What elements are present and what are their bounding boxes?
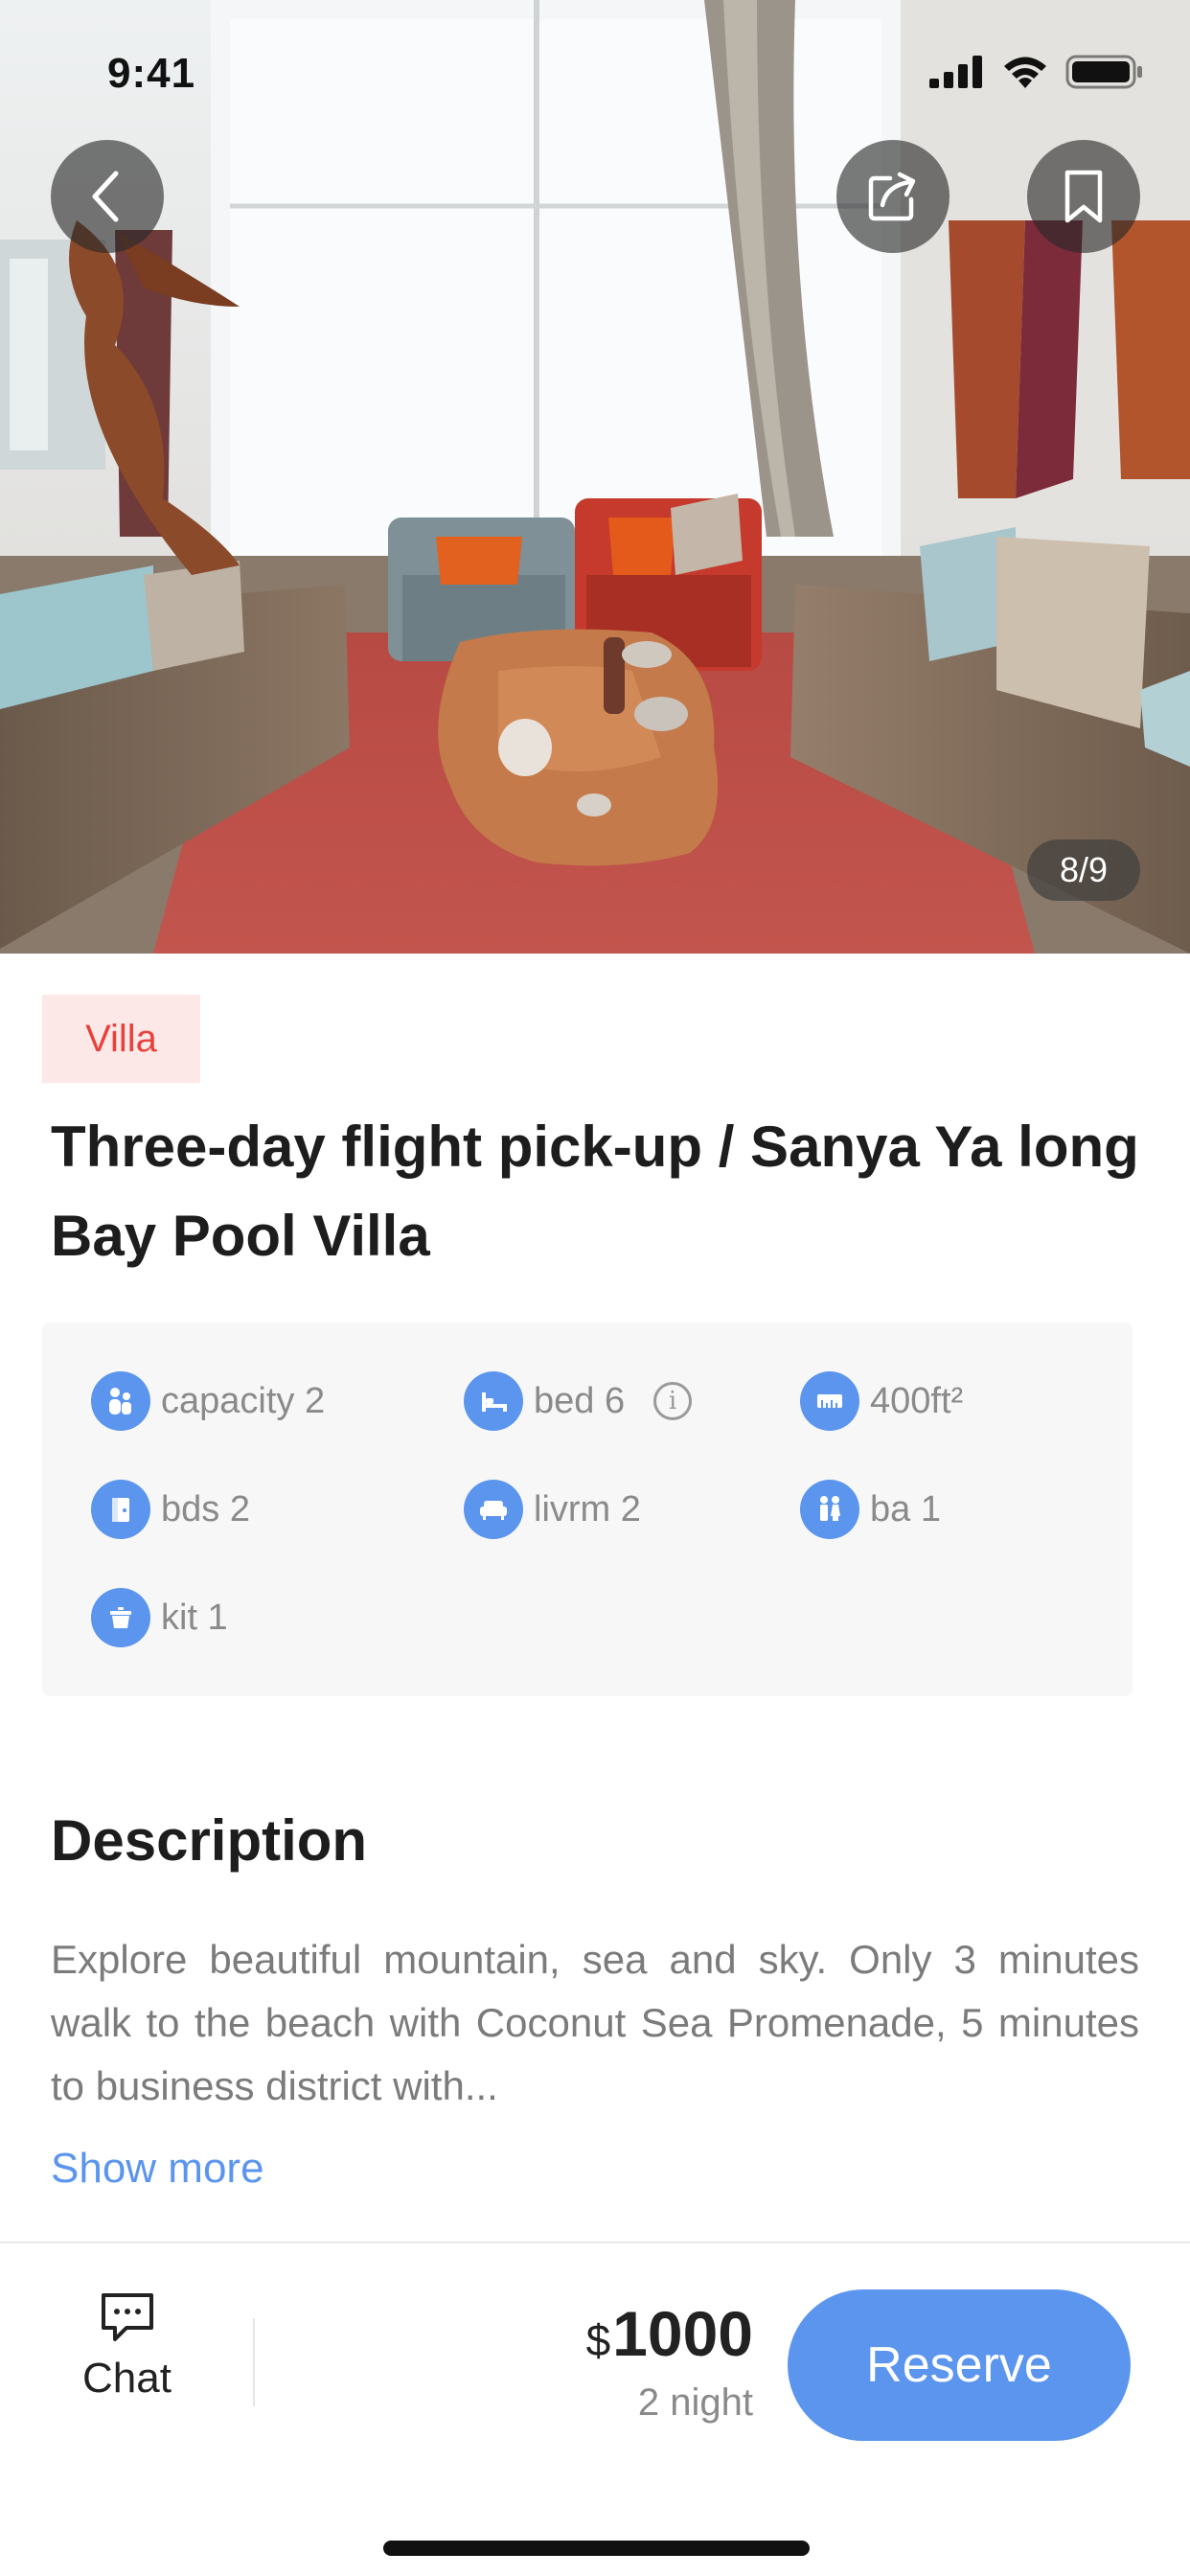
description-text: Explore beautiful mountain, sea and sky.… [51,1937,1139,2108]
feature-label: capacity 2 [161,1380,326,1421]
chevron-left-icon [92,171,119,222]
feature-bed: bed 6 i [464,1371,693,1431]
price-value: 1000 [612,2298,753,2369]
share-button[interactable] [836,140,950,253]
photo-counter: 8/9 [1027,840,1140,901]
cellular-signal-icon [929,56,982,88]
reserve-button[interactable]: Reserve [788,2289,1131,2441]
property-type-tag: Villa [42,995,200,1083]
chat-label: Chat [82,2355,172,2402]
restroom-icon [800,1480,859,1539]
people-icon [91,1371,150,1431]
feature-label: livrm 2 [534,1488,641,1530]
price: $ 1000 [586,2297,753,2370]
feature-label: bds 2 [161,1488,250,1530]
door-icon [91,1480,150,1539]
share-icon [868,172,916,221]
status-icons [929,54,1144,90]
price-currency: $ [585,2315,611,2365]
battery-icon [1065,55,1142,89]
bottom-action-bar: Chat $ 1000 2 night Reserve [0,2242,1190,2576]
feature-bedrooms: bds 2 [91,1480,250,1539]
feature-bathroom: ba 1 [800,1480,941,1539]
home-indicator [383,2541,810,2556]
sofa-icon [464,1480,523,1539]
feature-label: kit 1 [161,1597,228,1638]
listing-title: Three-day flight pick-up / Sanya Ya long… [51,1115,1139,1268]
divider [253,2318,255,2406]
status-bar: 9:41 [0,0,1190,144]
bookmark-icon [1064,170,1103,223]
feature-area: 400ft² [800,1371,964,1431]
bed-icon [464,1371,523,1431]
pot-icon [91,1588,150,1647]
feature-capacity: capacity 2 [91,1371,326,1431]
feature-label: ba 1 [870,1488,941,1530]
nights-label: 2 night [637,2381,753,2424]
info-icon[interactable]: i [653,1382,693,1420]
chat-icon [101,2293,153,2341]
ruler-icon [800,1371,859,1431]
status-time: 9:41 [107,50,196,97]
wifi-icon [1004,57,1046,88]
feature-kitchen: kit 1 [91,1588,228,1647]
chat-button[interactable]: Chat [67,2289,187,2403]
bookmark-button[interactable] [1027,140,1140,253]
features-panel: capacity 2 bed 6 i 400ft² bds 2 livrm 2 … [42,1322,1133,1696]
feature-living-room: livrm 2 [464,1480,641,1539]
back-button[interactable] [51,140,164,253]
feature-label: 400ft² [870,1380,964,1421]
show-more-link[interactable]: Show more [51,2145,264,2193]
description-heading: Description [51,1808,368,1873]
hero-gallery[interactable]: 9:41 8/9 [0,0,1190,954]
feature-label: bed 6 [534,1380,626,1421]
